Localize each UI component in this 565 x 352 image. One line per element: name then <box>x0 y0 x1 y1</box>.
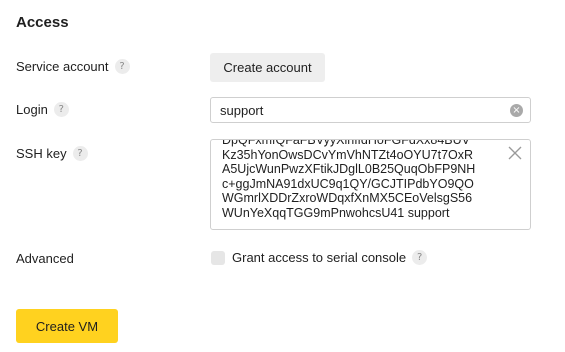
login-label-row: Login ? <box>16 102 69 117</box>
help-icon[interactable]: ? <box>72 146 88 161</box>
create-account-button[interactable]: Create account <box>210 53 325 82</box>
close-icon[interactable] <box>508 146 522 160</box>
create-vm-button[interactable]: Create VM <box>16 309 118 343</box>
login-label: Login <box>16 102 48 117</box>
help-icon[interactable]: ? <box>114 59 130 74</box>
advanced-label-row: Advanced <box>16 251 74 266</box>
ssh-key-label-row: SSH key ? <box>16 146 88 161</box>
advanced-label: Advanced <box>16 251 74 266</box>
service-account-label: Service account <box>16 59 109 74</box>
serial-console-option[interactable]: Grant access to serial console ? <box>211 250 428 265</box>
serial-console-label[interactable]: Grant access to serial console <box>232 250 406 265</box>
help-icon[interactable]: ? <box>412 250 428 265</box>
clear-icon[interactable]: × <box>510 104 523 117</box>
help-icon[interactable]: ? <box>53 102 69 117</box>
serial-console-checkbox[interactable] <box>211 250 225 265</box>
ssh-key-textarea[interactable]: DpQFxmfQFaFBVyyXihffdHoFGFdXx84BUV Kz35h… <box>210 139 531 230</box>
service-account-label-row: Service account ? <box>16 59 130 74</box>
ssh-key-label: SSH key <box>16 146 67 161</box>
login-input-value: support <box>220 102 264 118</box>
section-title: Access <box>16 14 69 31</box>
login-input[interactable]: support × <box>210 97 531 123</box>
ssh-key-value: DpQFxmfQFaFBVyyXihffdHoFGFdXx84BUV Kz35h… <box>222 139 476 220</box>
